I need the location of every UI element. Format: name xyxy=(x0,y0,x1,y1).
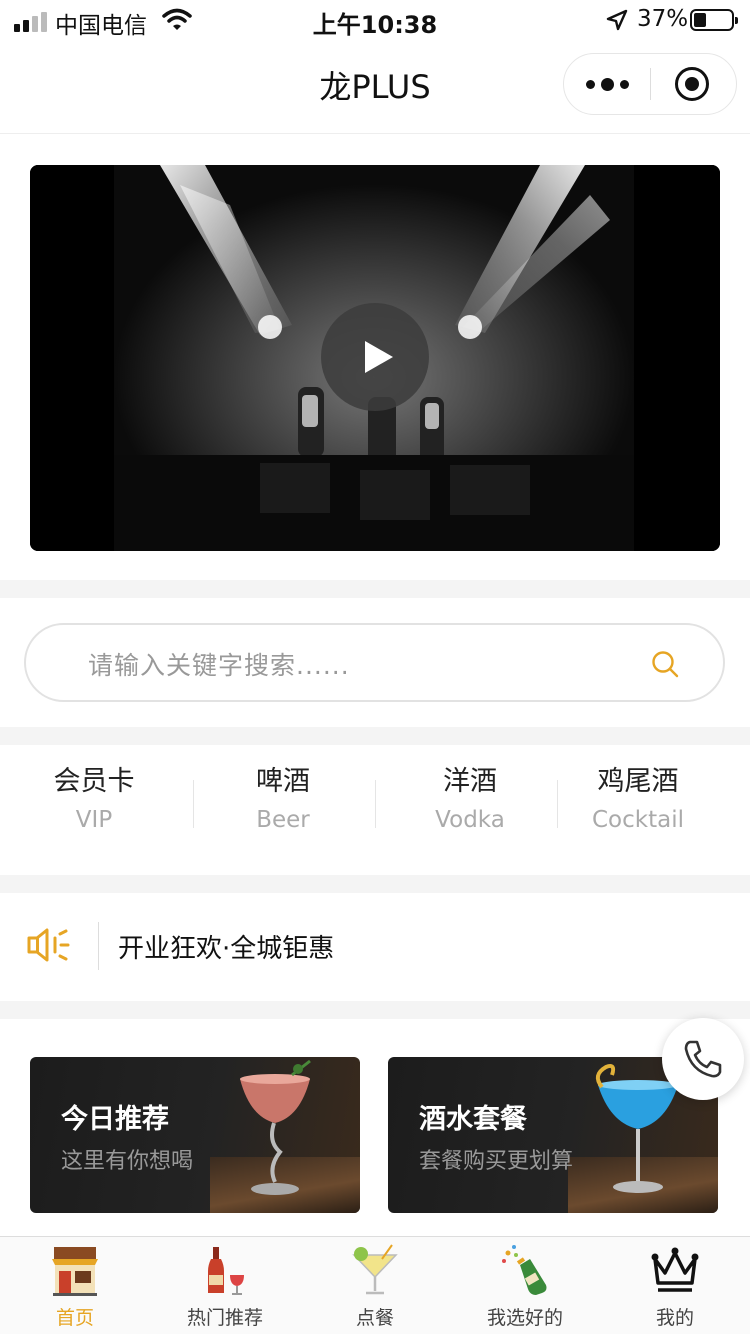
search-placeholder: 请输入关键字搜索...... xyxy=(88,651,350,680)
tab-label: 我的 xyxy=(655,1307,694,1329)
promo-title: 酒水套餐 xyxy=(419,1104,527,1135)
battery-icon xyxy=(690,9,738,31)
section-gap xyxy=(0,1001,750,1019)
crown-icon xyxy=(651,1247,699,1292)
section-gap xyxy=(0,875,750,893)
wine-bottle-icon xyxy=(208,1247,244,1295)
category-label: 洋酒 xyxy=(443,766,497,797)
promo-subtitle: 这里有你想喝 xyxy=(61,1149,194,1174)
category-sub-label: Cocktail xyxy=(592,807,684,833)
section-gap xyxy=(0,727,750,745)
tab-label: 点餐 xyxy=(355,1307,394,1329)
tab-order[interactable]: 点餐 xyxy=(300,1237,450,1334)
tab-label: 首页 xyxy=(55,1307,94,1329)
cocktail-glass-image xyxy=(240,1059,311,1195)
play-button[interactable] xyxy=(321,303,429,411)
more-menu-button[interactable] xyxy=(564,54,650,114)
notice-text[interactable]: 开业狂欢·全城钜惠 xyxy=(118,928,334,965)
category-label: 啤酒 xyxy=(256,766,310,797)
nav-bar: 龙PLUS xyxy=(0,40,750,134)
miniprogram-capsule xyxy=(563,53,737,115)
category-sub-label: Beer xyxy=(256,807,310,833)
cocktail-icon xyxy=(352,1244,398,1295)
shop-icon xyxy=(52,1247,98,1296)
category-vip[interactable]: 会员卡 VIP xyxy=(0,762,188,842)
category-cocktail[interactable]: 鸡尾酒 Cocktail xyxy=(544,762,732,842)
champagne-icon xyxy=(502,1245,547,1295)
category-sub-label: VIP xyxy=(75,807,113,833)
promo-card-today-recommend[interactable]: 今日推荐 这里有你想喝 xyxy=(30,1057,360,1213)
speaker-icon xyxy=(27,928,70,962)
category-beer[interactable]: 啤酒 Beer xyxy=(189,762,377,842)
close-miniprogram-button[interactable] xyxy=(675,67,709,101)
video-player[interactable] xyxy=(30,165,720,551)
tab-my-selection[interactable]: 我选好的 xyxy=(450,1237,600,1334)
category-label: 鸡尾酒 xyxy=(597,766,679,797)
location-arrow-icon xyxy=(606,9,628,31)
category-vodka[interactable]: 洋酒 Vodka xyxy=(376,762,564,842)
promo-title: 今日推荐 xyxy=(61,1104,169,1135)
tab-hot-recommend[interactable]: 热门推荐 xyxy=(150,1237,300,1334)
battery-percent: 37% xyxy=(637,6,689,32)
capsule-divider xyxy=(650,68,651,100)
search-icon[interactable] xyxy=(650,649,680,679)
phone-icon xyxy=(684,1040,722,1078)
section-gap xyxy=(0,580,750,598)
status-bar: 中国电信 上午10:38 37% xyxy=(0,0,750,40)
search-input[interactable]: 请输入关键字搜索...... xyxy=(24,623,725,702)
tab-bar: 首页 热门推荐 点餐 我选好的 我的 xyxy=(0,1236,750,1334)
tab-home[interactable]: 首页 xyxy=(0,1237,150,1334)
tab-mine[interactable]: 我的 xyxy=(600,1237,750,1334)
category-label: 会员卡 xyxy=(53,766,135,797)
call-button[interactable] xyxy=(662,1018,744,1100)
category-sub-label: Vodka xyxy=(435,807,505,833)
promo-subtitle: 套餐购买更划算 xyxy=(419,1149,574,1174)
notice-divider xyxy=(98,922,99,970)
tab-label: 热门推荐 xyxy=(186,1307,263,1329)
tab-label: 我选好的 xyxy=(486,1307,563,1329)
